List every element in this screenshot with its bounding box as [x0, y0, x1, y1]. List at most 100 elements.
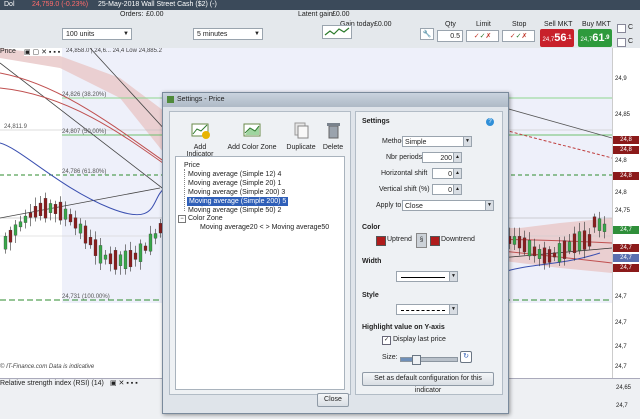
vshift-label: Vertical shift (%): [379, 186, 430, 193]
candle-body: [38, 202, 43, 217]
style-select[interactable]: ▼: [396, 304, 458, 315]
candle-body: [108, 253, 113, 265]
candle-body: [512, 236, 517, 245]
checkbox-c2[interactable]: [617, 38, 626, 47]
tree-connector: [184, 169, 186, 211]
axis-tick: 24,65: [616, 385, 632, 391]
tree-item[interactable]: Moving average (Simple 20) 1: [188, 179, 281, 188]
candle-body: [43, 198, 48, 219]
delete-button[interactable]: Delete: [320, 120, 346, 151]
candle-body: [577, 231, 582, 251]
help-icon[interactable]: ?: [486, 118, 494, 126]
candle-body: [557, 243, 562, 263]
candle-body: [128, 250, 133, 268]
data-disclaimer: © IT-Finance.com Data is indicative: [0, 364, 95, 370]
axis-tick: 24,75: [615, 208, 631, 214]
size-slider-thumb[interactable]: [412, 355, 421, 365]
candle-body: [567, 241, 572, 252]
highlight-header: Highlight value on Y-axis: [362, 324, 445, 331]
candle-body: [542, 247, 547, 264]
interval-select[interactable]: 5 minutes ▼: [193, 28, 263, 40]
candle-body: [13, 224, 18, 236]
dialog-title-bar[interactable]: Settings - Price: [163, 93, 508, 107]
qty-input[interactable]: 0.5: [437, 30, 463, 42]
axis-tick: 24,7: [616, 403, 628, 409]
display-last-price-label: Display last price: [393, 336, 446, 343]
chevron-down-icon: ▼: [449, 305, 457, 314]
vshift-input[interactable]: 0 ▲: [432, 184, 462, 195]
candle-body: [587, 234, 592, 247]
candle-body: [18, 221, 23, 228]
tree-item-selected[interactable]: Moving average (Simple 200) 5: [187, 197, 289, 206]
chevron-down-icon: ▼: [449, 272, 457, 281]
width-select[interactable]: ▼: [396, 271, 458, 282]
uptrend-color-swatch[interactable]: [376, 236, 386, 246]
size-slider[interactable]: [400, 355, 458, 365]
candle-body: [83, 225, 88, 244]
candle-body: [517, 236, 522, 249]
axis-tick: 24,7: [615, 294, 627, 300]
periods-input[interactable]: 200 ▲: [422, 152, 462, 163]
apply-to-select[interactable]: Close ▼: [402, 200, 494, 211]
checkbox-c1[interactable]: [617, 24, 626, 33]
gain-today-value: £0.00: [374, 21, 392, 28]
settings-pane: Settings ? Method Simple ▼ Nbr periods 20…: [355, 111, 503, 395]
downtrend-color-swatch[interactable]: [430, 236, 440, 246]
link-colors-icon[interactable]: §: [416, 233, 427, 248]
duplicate-button[interactable]: Duplicate: [286, 120, 316, 151]
settings-dialog[interactable]: Settings - Price Add Indicator Add Color…: [162, 92, 509, 414]
rsi-window-buttons[interactable]: ▣ ✕ ▪ ▪ ▪: [110, 379, 138, 387]
buy-mkt-button[interactable]: 24,761.9: [578, 29, 612, 47]
downtrend-label: Downtrend: [441, 236, 475, 243]
display-last-price-checkbox[interactable]: ✓: [382, 336, 391, 345]
tree-root-price[interactable]: Price: [184, 161, 200, 170]
window-buttons[interactable]: ▣ ▢ ✕ ▪ ▪ ▪: [24, 48, 61, 56]
candle-body: [522, 237, 527, 253]
edge-letter-2: C: [628, 38, 634, 45]
settings-icon: [167, 96, 174, 103]
close-button[interactable]: Close: [317, 393, 349, 407]
candle-body: [148, 233, 153, 252]
reset-icon[interactable]: ↻: [460, 351, 472, 363]
method-select[interactable]: Simple ▼: [402, 136, 472, 147]
price-axis[interactable]: 24,9 24,85 24,8 24,8 24,8 24,8 24,8 24,7…: [612, 48, 640, 378]
tree-item[interactable]: Moving average (Simple 12) 4: [188, 170, 281, 179]
candle-body: [552, 252, 557, 258]
candle-body: [123, 250, 128, 270]
units-select[interactable]: 100 units ▼: [62, 28, 132, 40]
candle-body: [58, 201, 63, 221]
limit-control[interactable]: ✓✓✗: [466, 30, 499, 42]
tree-item[interactable]: Moving average (Simple 200) 3: [188, 188, 285, 197]
set-default-button[interactable]: Set as default configuration for this in…: [362, 372, 494, 394]
indicator-chart-button[interactable]: [322, 25, 352, 39]
stop-control[interactable]: ✓✓✗: [502, 30, 535, 42]
apply-to-label: Apply to: [376, 202, 402, 209]
limit-label: Limit: [476, 21, 491, 28]
add-color-zone-button[interactable]: Add Color Zone: [226, 120, 278, 151]
axis-tick: 24,8: [615, 158, 627, 164]
wrench-icon[interactable]: 🔧: [420, 28, 434, 40]
add-indicator-button[interactable]: Add Indicator: [180, 120, 220, 158]
candle-body: [597, 218, 602, 231]
candle-body: [527, 240, 532, 257]
fib-label-38: 24,826 (38.20%): [62, 92, 107, 98]
candle-body: [48, 203, 53, 213]
tree-color-zone[interactable]: Color Zone: [188, 214, 223, 223]
settings-header: Settings: [362, 118, 390, 125]
hshift-input[interactable]: 0 ▲: [432, 168, 462, 179]
axis-tick: 24,9: [615, 76, 627, 82]
latent-gain-label: Latent gain:: [298, 11, 335, 18]
indicator-tree[interactable]: Price Moving average (Simple 12) 4 Movin…: [175, 156, 345, 390]
candle-body: [592, 216, 597, 228]
line-style-sample: [401, 310, 445, 311]
sell-mkt-button[interactable]: 24,756.1: [540, 29, 574, 47]
collapse-icon[interactable]: −: [178, 215, 186, 223]
tree-color-zone-child[interactable]: Moving average20 < > Moving average50: [200, 223, 329, 232]
candle-body: [547, 249, 552, 263]
indicator-list-pane: Add Indicator Add Color Zone Duplicate D…: [169, 111, 351, 395]
axis-tick: 24,85: [615, 112, 631, 118]
candle-body: [113, 250, 118, 270]
candle-body: [118, 254, 123, 266]
candle-body: [602, 223, 607, 232]
size-label: Size:: [382, 354, 398, 361]
